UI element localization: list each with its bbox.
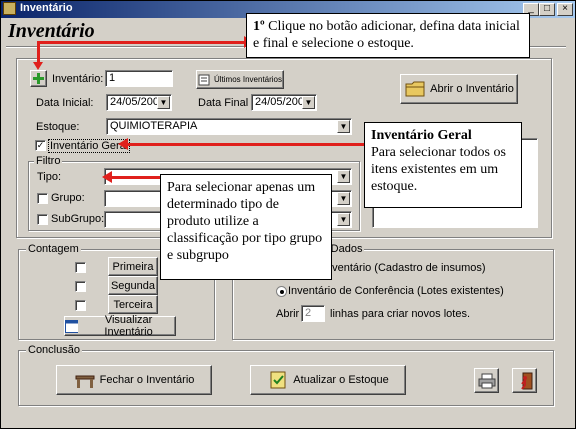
fechar-inventario-button[interactable]: Fechar o Inventário (56, 365, 212, 395)
conferencia-radio[interactable] (276, 286, 287, 297)
callout-step1: 1º Clique no botão adicionar, defina dat… (246, 13, 530, 58)
data-inicial-label: Data Inicial: (36, 97, 94, 109)
chevron-down-icon[interactable]: ▼ (302, 96, 315, 109)
arrow-step1-line (37, 41, 247, 44)
inventario-geral-checkbox[interactable]: ✓ (35, 140, 46, 151)
visualizar-inventario-button[interactable]: Visualizar Inventário (64, 314, 176, 338)
callout-inventario-geral: Inventário Geral Para selecionar todos o… (364, 122, 522, 208)
folder-icon (405, 81, 425, 97)
estoque-select[interactable]: QUIMIOTERAPIA ▼ (106, 118, 352, 135)
chevron-down-icon[interactable]: ▼ (157, 96, 170, 109)
callout-step1-bold: 1º (253, 19, 265, 34)
callout-geral-text: Para selecionar todos os itens existente… (371, 145, 506, 194)
clipboard-check-icon (270, 371, 286, 389)
grupo-checkbox[interactable] (37, 193, 48, 204)
abrir-linhas-suffix: linhas para criar novos lotes. (330, 308, 471, 320)
list-icon (198, 74, 210, 85)
conclusao-title: Conclusão (26, 344, 82, 356)
estoque-value: QUIMIOTERAPIA (110, 120, 198, 132)
grupo-label: Grupo: (51, 192, 85, 204)
terceira-button[interactable]: Terceira (108, 295, 158, 314)
callout-filtro-text: Para selecionar apenas um determinado ti… (167, 180, 323, 263)
abrir-linhas-label: Abrir (276, 308, 300, 320)
segunda-button[interactable]: Segunda (108, 276, 158, 295)
data-inicial-field[interactable]: 24/05/2006 ▼ (106, 94, 172, 111)
chevron-down-icon[interactable]: ▼ (337, 192, 350, 205)
desk-icon (75, 375, 95, 388)
contagem-title: Contagem (26, 243, 81, 255)
atualizar-estoque-label: Atualizar o Estoque (293, 374, 389, 386)
arrow-step1-down (37, 41, 40, 63)
page-title: Inventário (8, 20, 95, 42)
calendar-icon (65, 319, 79, 333)
segunda-checkbox[interactable] (75, 281, 86, 292)
maximize-button[interactable]: □ (539, 3, 555, 16)
primeira-button[interactable]: Primeira (108, 257, 158, 276)
primeira-checkbox[interactable] (75, 262, 86, 273)
ultimos-inventarios-button[interactable]: Últimos Inventários (196, 70, 284, 89)
data-final-label: Data Final (198, 97, 249, 109)
visualizar-inventario-label: Visualizar Inventário (104, 314, 153, 338)
app-icon (3, 2, 16, 15)
subgrupo-checkbox[interactable] (37, 214, 48, 225)
dados-option-cadastro[interactable]: nventário (Cadastro de insumos) (326, 262, 486, 274)
exit-door-icon (520, 372, 532, 390)
tipo-label: Tipo: (37, 171, 62, 183)
callout-step1-text: Clique no botão adicionar, defina data i… (253, 19, 520, 51)
chevron-down-icon[interactable]: ▼ (337, 213, 350, 226)
arrow-filtro-line (112, 176, 162, 179)
filtro-title: Filtro (34, 155, 63, 167)
abrir-inventario-button[interactable]: Abrir o Inventário (400, 74, 518, 104)
ultimos-inventarios-label: Últimos Inventários (213, 75, 283, 84)
abrir-inventario-label: Abrir o Inventário (430, 83, 514, 95)
fechar-inventario-label: Fechar o Inventário (99, 374, 195, 386)
arrow-geral-line (128, 143, 364, 146)
chevron-down-icon[interactable]: ▼ (337, 170, 350, 183)
inventario-label: Inventário: (52, 73, 104, 85)
arrow-geral-head (118, 138, 128, 150)
linhas-field[interactable]: 2 (301, 305, 325, 322)
inventario-number-field[interactable]: 1 (105, 70, 173, 87)
print-button[interactable] (474, 368, 499, 393)
subgrupo-label: SubGrupo: (51, 213, 105, 225)
data-final-field[interactable]: 24/05/2006 ▼ (251, 94, 317, 111)
close-button[interactable]: × (557, 3, 573, 16)
atualizar-estoque-button[interactable]: Atualizar o Estoque (250, 365, 406, 395)
chevron-down-icon[interactable]: ▼ (337, 120, 350, 133)
exit-button[interactable] (512, 368, 537, 393)
arrow-filtro-head (102, 171, 112, 183)
conferencia-label: Inventário de Conferência (Lotes existen… (288, 285, 504, 297)
add-button[interactable] (30, 70, 47, 87)
plus-icon (33, 73, 44, 84)
arrow-step1-down-head (33, 62, 43, 70)
callout-filtro: Para selecionar apenas um determinado ti… (160, 174, 332, 280)
callout-geral-title: Inventário Geral (371, 128, 472, 143)
terceira-checkbox[interactable] (75, 300, 86, 311)
printer-icon (478, 373, 495, 388)
window-title: Inventário (20, 2, 73, 14)
estoque-label: Estoque: (36, 121, 80, 133)
